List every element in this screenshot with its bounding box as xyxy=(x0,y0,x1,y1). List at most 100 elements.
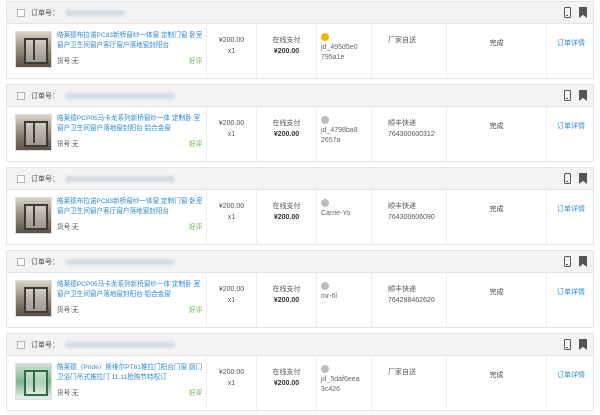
product-thumbnail[interactable] xyxy=(15,197,52,234)
product-name-link[interactable]: 皓莱德PCP05马卡龙系列新桥窗纱一体 定制卧 室窗户卫生间窗户落地窗封阳台 铝… xyxy=(57,114,205,134)
shipping-method: 厂家自送 xyxy=(388,37,416,44)
mobile-order-icon[interactable] xyxy=(564,256,571,267)
payment-cell: 在线支付 ¥200.00 xyxy=(257,107,317,161)
payment-cell: 在线支付 ¥200.00 xyxy=(257,273,317,327)
user-avatar-icon xyxy=(321,282,329,291)
order-number-label: 订单号： xyxy=(31,92,59,100)
price-cell: ¥200.00 x1 xyxy=(207,356,257,410)
order-number-label: 订单号： xyxy=(31,9,59,17)
order-number-label: 订单号： xyxy=(31,175,59,183)
quantity: x1 xyxy=(227,131,236,138)
redacted-order-number xyxy=(65,341,175,348)
mobile-order-icon[interactable] xyxy=(564,339,571,350)
order-checkbox[interactable] xyxy=(17,340,25,349)
order-status: 完成 xyxy=(447,356,547,410)
redacted-order-number xyxy=(65,258,175,265)
mobile-order-icon[interactable] xyxy=(564,90,571,101)
review-badge: 好评 xyxy=(189,224,203,231)
order-detail-link[interactable]: 订单详情 xyxy=(547,190,595,244)
shipping-method: 厂家自送 xyxy=(388,369,416,376)
order-detail-link[interactable]: 订单详情 xyxy=(547,273,595,327)
order-detail-link[interactable]: 订单详情 xyxy=(547,356,595,410)
product-thumbnail[interactable] xyxy=(15,280,52,317)
unit-price: ¥200.00 xyxy=(218,369,245,376)
order-status: 完成 xyxy=(447,107,547,161)
bookmark-icon[interactable] xyxy=(579,90,587,101)
order-body: 皓莱德PCP05马卡龙系列新桥窗纱一体 定制卧 室窗户卫生间窗户落地窗封阳台 铝… xyxy=(7,107,593,161)
product-name-link[interactable]: 皓莱德布拉诺PC83新桥窗纱一体窗 定制门窗 卧室窗户卫生间窗户客厅窗户落地窗封… xyxy=(57,197,205,217)
payment-method: 在线支付 xyxy=(272,286,301,293)
product-spec: 货号:无 xyxy=(57,390,79,397)
user-avatar-icon xyxy=(321,116,329,125)
payment-amount: ¥200.00 xyxy=(273,131,300,138)
order-checkbox[interactable] xyxy=(17,174,25,183)
mobile-order-icon[interactable] xyxy=(564,7,571,18)
buyer-cell: mr-6l xyxy=(317,273,372,327)
payment-amount: ¥200.00 xyxy=(273,380,300,387)
tracking-number: 764300606090 xyxy=(388,214,435,221)
review-badge: 好评 xyxy=(189,58,203,65)
quantity: x1 xyxy=(227,214,236,221)
tracking-number: 764300600312 xyxy=(388,131,435,138)
review-badge: 好评 xyxy=(189,141,203,148)
product-cell: 皓莱德PCP05马卡龙系列新桥窗纱一体 定制卧 室窗户卫生间窗户落地窗封阳台 铝… xyxy=(7,273,207,327)
product-cell: 皓莱德布拉诺PC83新桥窗纱一体窗 定制门窗 卧室窗户卫生间窗户客厅窗户落地窗封… xyxy=(7,24,207,78)
order-detail-link[interactable]: 订单详情 xyxy=(547,24,595,78)
product-thumbnail[interactable] xyxy=(15,363,52,400)
order-checkbox[interactable] xyxy=(17,91,25,100)
order-body: 皓莱德（Pride）斯维尔PT81推拉门阳台门窗 厨门卫浴门吊式推拉门 11.1… xyxy=(7,356,593,410)
product-name-link[interactable]: 皓莱德布拉诺PC83新桥窗纱一体窗 定制门窗 卧室窗户卫生间窗户客厅窗户落地窗封… xyxy=(57,31,205,51)
payment-amount: ¥200.00 xyxy=(273,48,300,55)
buyer-cell: jd_4798ba82657a xyxy=(317,107,372,161)
payment-method: 在线支付 xyxy=(272,369,301,376)
order-header: 订单号： xyxy=(7,168,593,190)
product-name-link[interactable]: 皓莱德PCP05马卡龙系列新桥窗纱一体 定制卧 室窗户卫生间窗户落地窗封阳台 铝… xyxy=(57,280,205,300)
product-thumbnail[interactable] xyxy=(15,31,52,68)
product-name-link[interactable]: 皓莱德（Pride）斯维尔PT81推拉门阳台门窗 厨门卫浴门吊式推拉门 11.1… xyxy=(57,363,205,383)
buyer-username: jd_495d5e0795a1e xyxy=(321,44,358,61)
bookmark-icon[interactable] xyxy=(579,7,587,18)
tracking-number: 764288462620 xyxy=(388,297,435,304)
unit-price: ¥200.00 xyxy=(218,37,245,44)
order-body: 皓莱德PCP05马卡龙系列新桥窗纱一体 定制卧 室窗户卫生间窗户落地窗封阳台 铝… xyxy=(7,273,593,327)
payment-cell: 在线支付 ¥200.00 xyxy=(257,24,317,78)
payment-cell: 在线支付 ¥200.00 xyxy=(257,190,317,244)
payment-cell: 在线支付 ¥200.00 xyxy=(257,356,317,410)
payment-method: 在线支付 xyxy=(272,203,301,210)
order-checkbox[interactable] xyxy=(17,257,25,266)
buyer-cell: jd_5daf6eea3c426 xyxy=(317,356,372,410)
order-checkbox[interactable] xyxy=(17,8,25,17)
bookmark-icon[interactable] xyxy=(579,256,587,267)
order-number-label: 订单号： xyxy=(31,258,59,266)
product-spec: 货号:无 xyxy=(57,141,79,148)
mobile-order-icon[interactable] xyxy=(564,173,571,184)
quantity: x1 xyxy=(227,297,236,304)
user-avatar-icon xyxy=(321,365,329,374)
buyer-username: mr-6l xyxy=(321,293,337,300)
product-spec: 货号:无 xyxy=(57,58,79,65)
order-card: 订单号： 皓莱德布拉诺PC83新桥窗纱一体窗 定制门窗 卧室窗户卫生间窗户客厅窗… xyxy=(6,1,594,79)
price-cell: ¥200.00 x1 xyxy=(207,190,257,244)
product-cell: 皓莱德布拉诺PC83新桥窗纱一体窗 定制门窗 卧室窗户卫生间窗户客厅窗户落地窗封… xyxy=(7,190,207,244)
shipping-method: 顺丰快递 xyxy=(388,203,416,210)
buyer-username: jd_5daf6eea3c426 xyxy=(321,376,360,393)
product-spec: 货号:无 xyxy=(57,307,79,314)
user-avatar-icon xyxy=(321,199,329,208)
review-badge: 好评 xyxy=(189,307,203,314)
order-detail-link[interactable]: 订单详情 xyxy=(547,107,595,161)
order-card: 订单号： 皓莱德（Pride）斯维尔PT81推拉门阳台门窗 厨门卫浴门吊式推拉门… xyxy=(6,333,594,411)
unit-price: ¥200.00 xyxy=(218,120,245,127)
quantity: x1 xyxy=(227,48,236,55)
review-badge: 好评 xyxy=(189,390,203,397)
price-cell: ¥200.00 x1 xyxy=(207,273,257,327)
product-cell: 皓莱德PCP05马卡龙系列新桥窗纱一体 定制卧 室窗户卫生间窗户落地窗封阳台 铝… xyxy=(7,107,207,161)
order-status: 完成 xyxy=(447,190,547,244)
payment-amount: ¥200.00 xyxy=(273,214,300,221)
bookmark-icon[interactable] xyxy=(579,173,587,184)
order-number-label: 订单号： xyxy=(31,341,59,349)
order-header: 订单号： xyxy=(7,2,593,24)
product-thumbnail[interactable] xyxy=(15,114,52,151)
bookmark-icon[interactable] xyxy=(579,339,587,350)
shipping-method: 顺丰快递 xyxy=(388,286,416,293)
user-avatar-icon xyxy=(321,33,329,42)
